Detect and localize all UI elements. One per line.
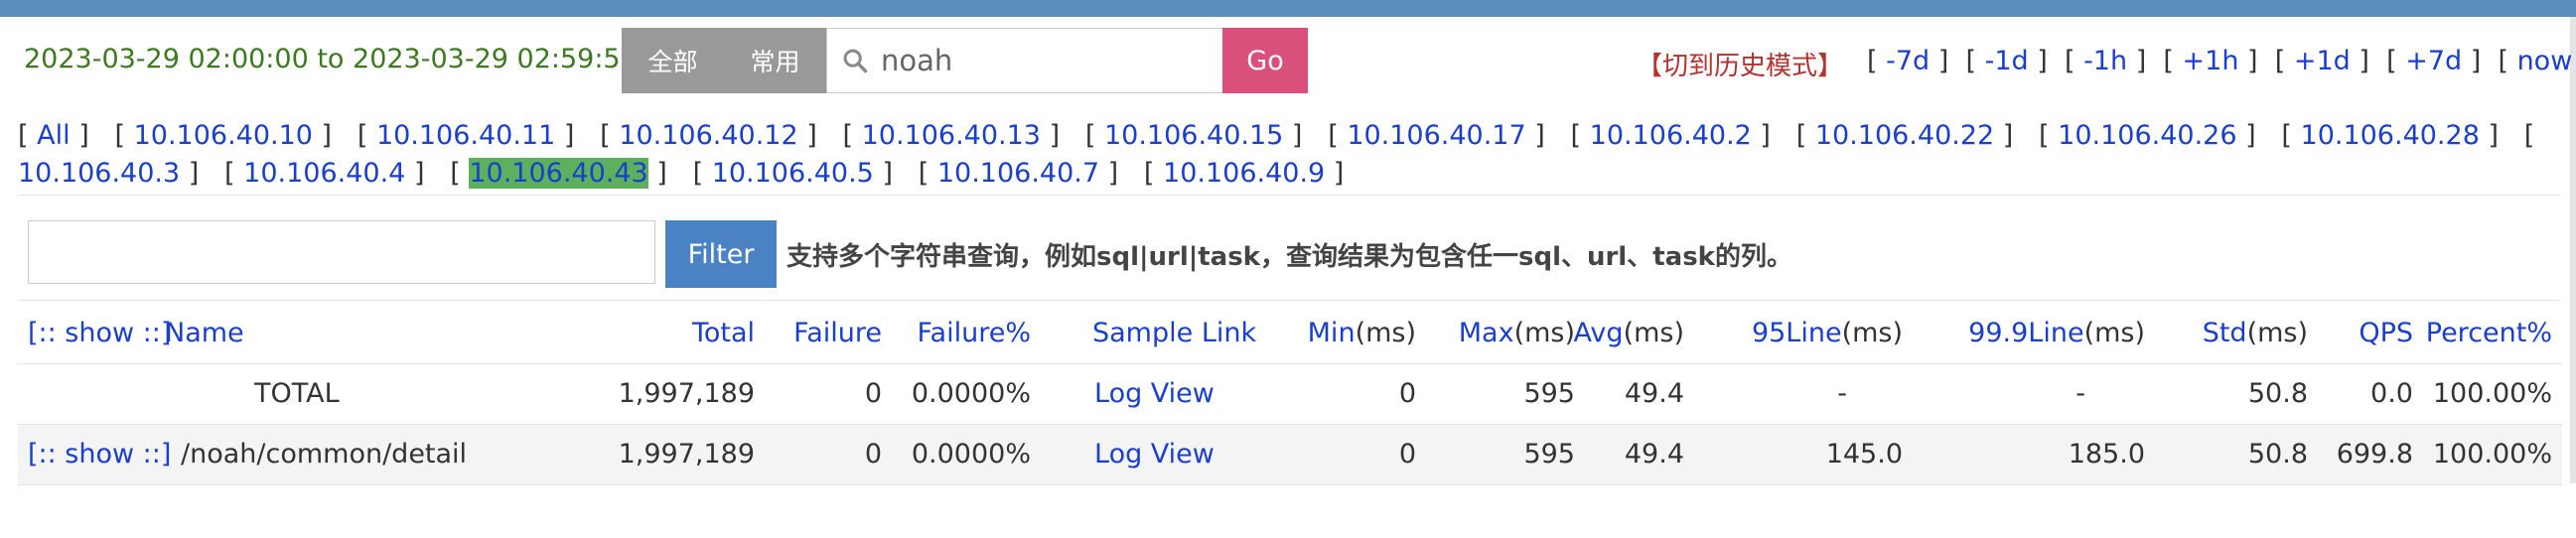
divider	[18, 300, 2560, 301]
header-name[interactable]: Name	[165, 304, 244, 363]
row-failure-pct: 0.0000%	[911, 439, 1031, 470]
ip-all-link[interactable]: All	[37, 120, 70, 151]
log-view-link[interactable]: Log View	[1094, 425, 1215, 484]
nav-minus-1d[interactable]: -1d	[1985, 46, 2029, 76]
row-qps: 699.8	[2336, 439, 2413, 470]
nav-plus-7d[interactable]: +7d	[2405, 46, 2462, 76]
ip-link[interactable]: 10.106.40.5	[712, 158, 874, 189]
divider	[18, 195, 2560, 196]
nav-plus-1d[interactable]: +1d	[2294, 46, 2351, 76]
search-box[interactable]	[826, 28, 1223, 93]
nav-minus-1h[interactable]: -1h	[2083, 46, 2127, 76]
filter-hint: 支持多个字符串查询，例如sql|url|task，查询结果为包含任一sql、ur…	[787, 242, 1792, 272]
header-qps[interactable]: QPS	[2359, 304, 2413, 363]
filter-button[interactable]: Filter	[665, 220, 777, 288]
header-max[interactable]: Max(ms)	[1459, 304, 1575, 363]
row-percent: 100.00%	[2432, 378, 2552, 409]
row-min: 0	[1398, 378, 1416, 409]
ip-link-selected[interactable]: 10.106.40.43	[469, 158, 648, 189]
type-segment-group: 全部 常用	[622, 28, 826, 93]
history-mode-link[interactable]: 【切到历史模式】	[1637, 46, 1843, 82]
row-95line: -	[1837, 378, 1847, 409]
row-999line: 185.0	[2068, 439, 2145, 470]
ip-link[interactable]: 10.106.40.3	[18, 158, 180, 189]
header-min[interactable]: Min(ms)	[1308, 304, 1416, 363]
segment-common[interactable]: 常用	[724, 28, 826, 93]
header-total[interactable]: Total	[692, 304, 755, 363]
table-header: [:: show ::] Name Total Failure Failure%…	[18, 304, 2562, 364]
header-std[interactable]: Std(ms)	[2203, 304, 2308, 363]
table-row: TOTAL 1,997,189 0 0.0000% Log View 0 595…	[18, 364, 2562, 425]
time-nav: [ -7d ] [ -1d ] [ -1h ] [ +1h ] [ +1d ] …	[1867, 46, 2573, 76]
row-failure: 0	[864, 439, 882, 470]
search-input[interactable]	[879, 43, 1211, 78]
row-percent: 100.00%	[2432, 439, 2552, 470]
filter-input[interactable]	[28, 220, 655, 284]
transaction-table: [:: show ::] Name Total Failure Failure%…	[18, 304, 2562, 485]
ip-link[interactable]: 10.106.40.17	[1347, 120, 1525, 151]
search-icon	[843, 49, 868, 73]
row-max: 595	[1523, 378, 1575, 409]
row-avg: 49.4	[1624, 439, 1684, 470]
header-percent[interactable]: Percent%	[2426, 304, 2552, 363]
scrollbar-track[interactable]	[2570, 17, 2576, 483]
row-min: 0	[1398, 439, 1416, 470]
row-total: 1,997,189	[618, 378, 755, 409]
row-std: 50.8	[2247, 439, 2308, 470]
ip-link[interactable]: 10.106.40.10	[134, 120, 313, 151]
row-95line: 145.0	[1825, 439, 1903, 470]
nav-minus-7d[interactable]: -7d	[1886, 46, 1930, 76]
header-sample-link: Sample Link	[1092, 318, 1257, 348]
row-show-link[interactable]: [:: show ::]	[28, 425, 171, 484]
table-row: [:: show ::] /noah/common/detail 1,997,1…	[18, 425, 2562, 485]
ip-link[interactable]: 10.106.40.12	[619, 120, 797, 151]
row-std: 50.8	[2247, 378, 2308, 409]
header-avg[interactable]: Avg(ms)	[1574, 304, 1684, 363]
row-failure-pct: 0.0000%	[911, 378, 1031, 409]
ip-link[interactable]: 10.106.40.11	[376, 120, 555, 151]
row-avg: 49.4	[1624, 378, 1684, 409]
row-999line: -	[2075, 378, 2085, 409]
header-show-all[interactable]: [:: show ::]	[28, 304, 171, 363]
ip-list: [ All ] [ 10.106.40.10 ] [ 10.106.40.11 …	[18, 120, 2535, 189]
ip-link[interactable]: 10.106.40.2	[1590, 120, 1752, 151]
row-failure: 0	[864, 378, 882, 409]
segment-all[interactable]: 全部	[622, 28, 724, 93]
row-name: /noah/common/detail	[181, 439, 468, 470]
go-button[interactable]: Go	[1222, 28, 1308, 93]
log-view-link[interactable]: Log View	[1094, 364, 1215, 424]
time-range: 2023-03-29 02:00:00 to 2023-03-29 02:59:…	[24, 44, 638, 74]
ip-link[interactable]: 10.106.40.7	[937, 158, 1099, 189]
row-max: 595	[1523, 439, 1575, 470]
header-failure-pct[interactable]: Failure%	[918, 304, 1032, 363]
nav-now[interactable]: now	[2517, 46, 2573, 76]
row-qps: 0.0	[2370, 378, 2413, 409]
nav-plus-1h[interactable]: +1h	[2183, 46, 2239, 76]
ip-link[interactable]: 10.106.40.13	[862, 120, 1041, 151]
header-999line[interactable]: 99.9Line(ms)	[1968, 304, 2145, 363]
row-name: TOTAL	[254, 378, 340, 409]
header-95line[interactable]: 95Line(ms)	[1752, 304, 1903, 363]
header-failure[interactable]: Failure	[793, 304, 882, 363]
row-total: 1,997,189	[618, 439, 755, 470]
ip-link[interactable]: 10.106.40.22	[1815, 120, 1994, 151]
toolbar: 2023-03-29 02:00:00 to 2023-03-29 02:59:…	[0, 24, 2572, 95]
ip-link[interactable]: 10.106.40.28	[2301, 120, 2480, 151]
ip-link[interactable]: 10.106.40.26	[2058, 120, 2236, 151]
ip-link[interactable]: 10.106.40.4	[243, 158, 405, 189]
ip-link[interactable]: 10.106.40.9	[1163, 158, 1325, 189]
top-bar	[0, 0, 2576, 17]
ip-link[interactable]: 10.106.40.15	[1104, 120, 1283, 151]
